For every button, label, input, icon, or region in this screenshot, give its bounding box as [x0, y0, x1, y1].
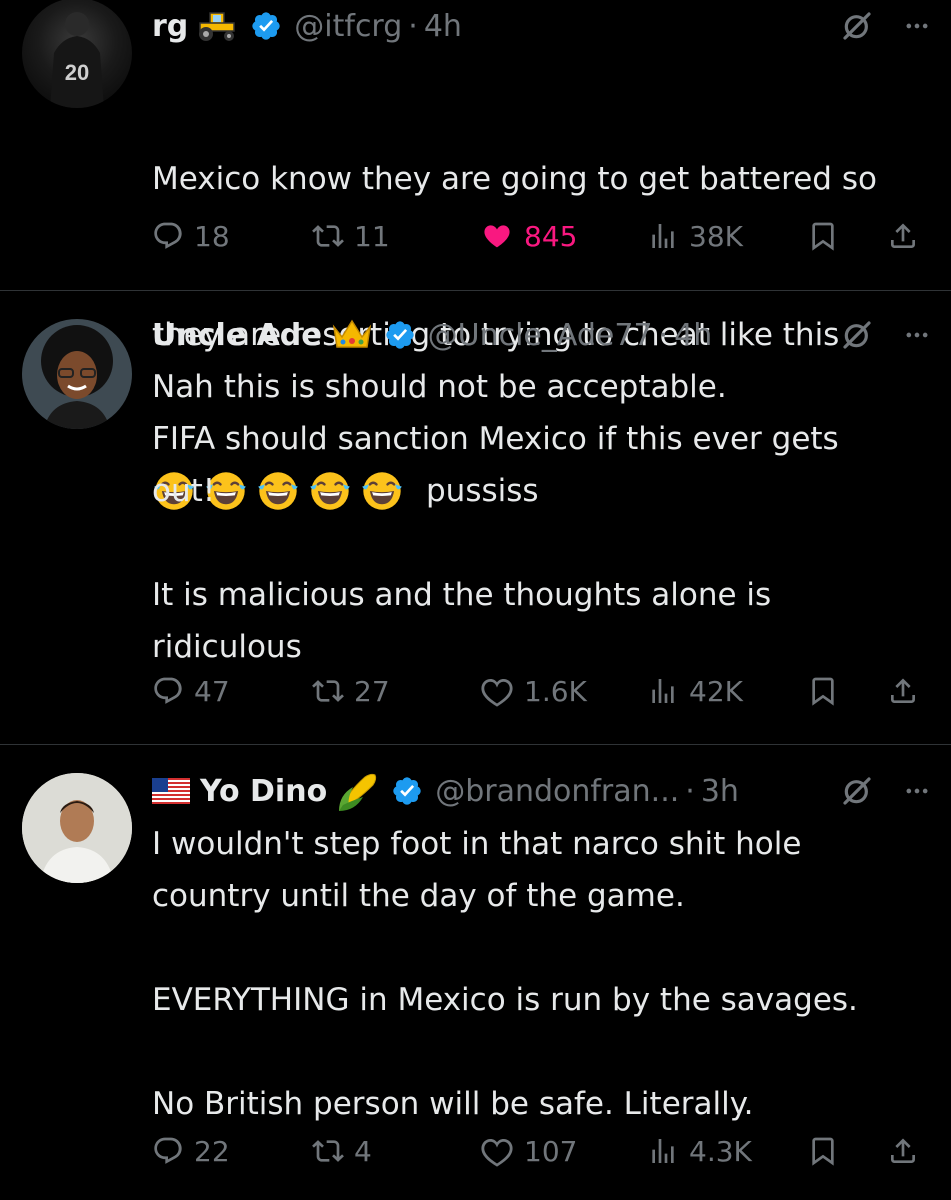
- tweet-text: Nah this is should not be acceptable. FI…: [152, 369, 839, 665]
- reply-count: 47: [194, 674, 230, 708]
- avatar-portrait-image: [41, 325, 113, 429]
- share-button[interactable]: [887, 210, 919, 262]
- share-icon: [887, 220, 919, 252]
- us-flag-icon: [152, 778, 190, 804]
- reply-count: 22: [194, 1134, 230, 1168]
- corn-icon: [335, 769, 381, 813]
- repost-button[interactable]: 4: [312, 1125, 372, 1177]
- separator-dot: ·: [658, 317, 669, 353]
- bookmark-icon: [807, 1135, 839, 1167]
- repost-count: 4: [354, 1134, 372, 1168]
- tweet-3[interactable]: Yo Dino @brandonfran... · 3h I wouldn't …: [0, 745, 951, 1200]
- tractor-icon: [196, 9, 240, 43]
- share-button[interactable]: [887, 665, 919, 717]
- avatar-jersey-number: 20: [65, 60, 89, 85]
- reply-icon: [152, 1135, 184, 1167]
- verified-badge-icon: [391, 775, 423, 807]
- like-count: 107: [524, 1134, 578, 1168]
- like-button[interactable]: 845: [480, 210, 577, 262]
- display-name[interactable]: Yo Dino: [200, 774, 327, 809]
- handle[interactable]: @Uncle_Ade77: [428, 318, 653, 353]
- views-icon: [647, 1135, 679, 1167]
- views-button[interactable]: 4.3K: [647, 1125, 752, 1177]
- bookmark-icon: [807, 675, 839, 707]
- heart-icon: [480, 1134, 514, 1168]
- timestamp[interactable]: 4h: [674, 318, 712, 353]
- verified-badge-icon: [250, 10, 282, 42]
- repost-icon: [312, 1135, 344, 1167]
- more-options-icon[interactable]: [903, 12, 931, 40]
- separator-dot: ·: [685, 773, 695, 809]
- share-icon: [887, 1135, 919, 1167]
- reply-button[interactable]: 22: [152, 1125, 230, 1177]
- action-bar: 22 4 107 4.3K: [152, 1125, 932, 1177]
- bookmark-icon: [807, 220, 839, 252]
- tweet-header: Yo Dino @brandonfran... · 3h: [152, 765, 931, 817]
- repost-count: 11: [354, 219, 390, 253]
- action-bar: 18 11 845 38K: [152, 210, 932, 262]
- views-button[interactable]: 42K: [647, 665, 743, 717]
- avatar[interactable]: [22, 773, 132, 883]
- avatar-player-image: 20: [50, 12, 104, 108]
- separator-dot: ·: [408, 8, 418, 44]
- avatar[interactable]: [22, 319, 132, 429]
- heart-icon: [480, 674, 514, 708]
- reply-button[interactable]: 47: [152, 665, 230, 717]
- views-button[interactable]: 38K: [647, 210, 743, 262]
- share-icon: [887, 675, 919, 707]
- like-count: 845: [524, 219, 578, 253]
- bookmark-button[interactable]: [807, 210, 839, 262]
- tweet-text-line: Mexico know they are going to get batter…: [152, 161, 877, 197]
- repost-button[interactable]: 11: [312, 210, 390, 262]
- display-name[interactable]: rg: [152, 9, 188, 44]
- avatar-portrait-image: [22, 773, 132, 883]
- handle[interactable]: @itfcrg: [294, 9, 402, 44]
- like-count: 1.6K: [524, 674, 587, 708]
- grok-icon[interactable]: [841, 775, 873, 807]
- views-icon: [647, 675, 679, 707]
- display-name[interactable]: Uncle Ade: [152, 318, 322, 353]
- tweet-text: I wouldn't step foot in that narco shit …: [152, 826, 858, 1122]
- reply-count: 18: [194, 219, 230, 253]
- tweet-header: Uncle Ade @Uncle_Ade77 · 4h: [152, 309, 931, 361]
- views-count: 4.3K: [689, 1134, 752, 1168]
- tweet-2[interactable]: Uncle Ade @Uncle_Ade77 · 4h Nah this is …: [0, 291, 951, 743]
- timestamp[interactable]: 3h: [701, 774, 739, 809]
- grok-icon[interactable]: [841, 10, 873, 42]
- bookmark-button[interactable]: [807, 665, 839, 717]
- views-count: 42K: [689, 674, 743, 708]
- reply-button[interactable]: 18: [152, 210, 230, 262]
- reply-icon: [152, 220, 184, 252]
- like-button[interactable]: 107: [480, 1125, 577, 1177]
- repost-count: 27: [354, 674, 390, 708]
- grok-icon[interactable]: [841, 319, 873, 351]
- reply-icon: [152, 675, 184, 707]
- action-bar: 47 27 1.6K 42K: [152, 665, 932, 717]
- verified-badge-icon: [384, 319, 416, 351]
- more-options-icon[interactable]: [903, 777, 931, 805]
- tweet-1[interactable]: 20 rg @itfcrg · 4h Mexico know they are …: [0, 0, 951, 290]
- more-options-icon[interactable]: [903, 321, 931, 349]
- timestamp[interactable]: 4h: [424, 9, 462, 44]
- share-button[interactable]: [887, 1125, 919, 1177]
- repost-icon: [312, 220, 344, 252]
- tweet-header: rg @itfcrg · 4h: [152, 0, 931, 52]
- repost-icon: [312, 675, 344, 707]
- views-count: 38K: [689, 219, 743, 253]
- handle[interactable]: @brandonfran...: [435, 774, 679, 809]
- avatar[interactable]: 20: [22, 0, 132, 108]
- bookmark-button[interactable]: [807, 1125, 839, 1177]
- crown-icon: [330, 317, 374, 353]
- repost-button[interactable]: 27: [312, 665, 390, 717]
- like-button[interactable]: 1.6K: [480, 665, 587, 717]
- views-icon: [647, 220, 679, 252]
- heart-filled-icon: [480, 219, 514, 253]
